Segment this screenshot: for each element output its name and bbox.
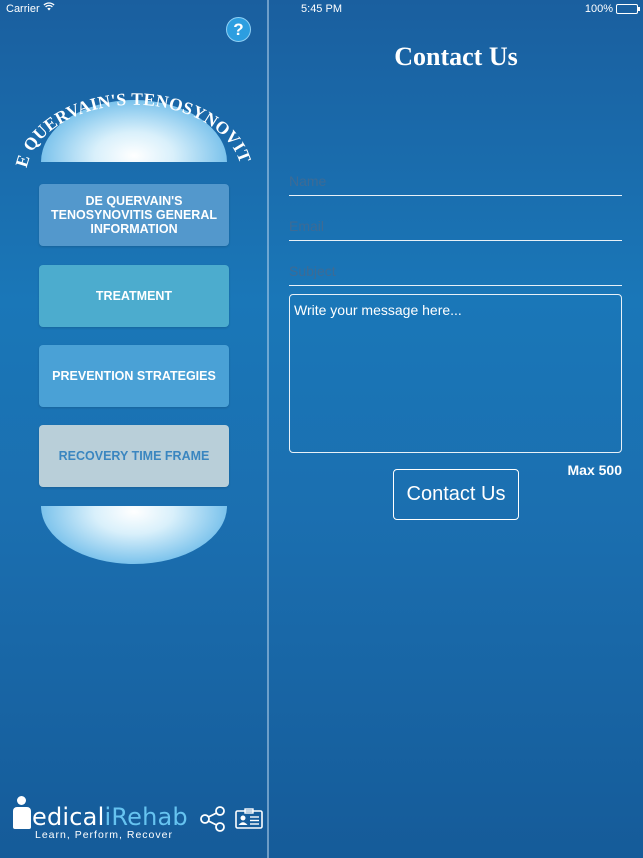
subject-input[interactable] <box>289 260 622 286</box>
brand-name-irehab: iRehab <box>104 803 188 831</box>
svg-text:DE QUERVAIN'S TENOSYNOVITIS: DE QUERVAIN'S TENOSYNOVITIS <box>14 75 254 169</box>
battery-percent: 100% <box>584 3 613 15</box>
brand-name: edicaliRehab <box>32 803 188 831</box>
menu-recovery-time-frame-button[interactable]: RECOVERY TIME FRAME <box>39 425 229 487</box>
brand-name-medical: edical <box>32 803 105 831</box>
contact-card-icon[interactable] <box>235 808 263 830</box>
share-icon[interactable] <box>199 806 227 832</box>
menu-prevention-strategies-button[interactable]: PREVENTION STRATEGIES <box>39 345 229 407</box>
person-icon <box>12 796 32 830</box>
panel-divider <box>267 0 269 858</box>
logo-title-text: DE QUERVAIN'S TENOSYNOVITIS <box>14 75 254 169</box>
contact-us-submit-button[interactable]: Contact Us <box>393 469 519 520</box>
message-textarea[interactable] <box>289 294 622 453</box>
page-title: Contact Us <box>394 42 518 71</box>
name-input[interactable] <box>289 170 622 196</box>
clock: 5:45 PM <box>301 3 342 15</box>
email-input[interactable] <box>289 215 622 241</box>
app-logo-title: DE QUERVAIN'S TENOSYNOVITIS <box>14 75 254 169</box>
logo-dome-bottom <box>41 506 227 564</box>
brand-logo: edicaliRehab Learn, Perform, Recover <box>10 796 200 842</box>
brand-tagline: Learn, Perform, Recover <box>35 829 173 841</box>
menu-treatment-button[interactable]: TREATMENT <box>39 265 229 327</box>
status-bar: Carrier 5:45 PM 100% <box>0 0 643 18</box>
help-button[interactable]: ? <box>226 17 251 42</box>
battery-icon <box>616 4 640 14</box>
max-characters-label: Max 500 <box>567 462 622 478</box>
menu-general-information-button[interactable]: DE QUERVAIN'S TENOSYNOVITIS GENERAL INFO… <box>39 184 229 246</box>
